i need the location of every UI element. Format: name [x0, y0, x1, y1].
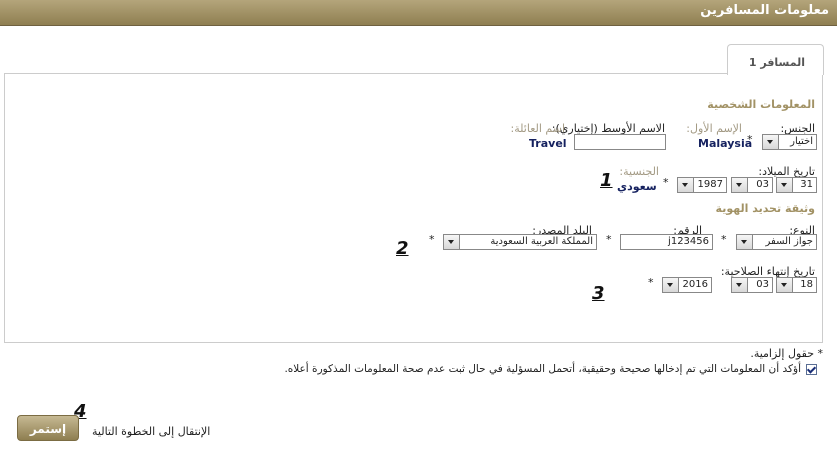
- required-star: *: [606, 233, 612, 246]
- gender-select[interactable]: اختيار: [762, 134, 817, 150]
- continue-button[interactable]: إستمر: [17, 415, 79, 441]
- tab-label: المسافر 1: [748, 56, 805, 69]
- personal-info-heading: المعلومات الشخصية: [707, 98, 815, 111]
- tab-passenger-1[interactable]: المسافر 1: [727, 44, 824, 75]
- chevron-down-icon: [732, 178, 748, 192]
- required-star: *: [429, 233, 435, 246]
- expiry-month-select[interactable]: 03: [731, 277, 773, 293]
- annotation-marker-3: 3: [592, 283, 605, 304]
- chevron-down-icon: [737, 235, 753, 249]
- doc-type-select[interactable]: جواز السفر: [736, 234, 817, 250]
- expiry-year-select[interactable]: 2016: [662, 277, 712, 293]
- required-fields-note: * حقول إلزامية.: [750, 347, 823, 360]
- nationality-label: الجنسية:: [619, 165, 659, 178]
- expiry-day-select[interactable]: 18: [776, 277, 817, 293]
- page-header: معلومات المسافرين: [0, 0, 837, 26]
- chevron-down-icon: [678, 178, 694, 192]
- required-star: *: [663, 176, 669, 189]
- chevron-down-icon: [763, 135, 779, 149]
- middle-name-input[interactable]: [574, 134, 666, 150]
- family-name-label: اسم العائلة:: [510, 122, 565, 135]
- required-star: *: [721, 233, 727, 246]
- dob-year-select[interactable]: 1987: [677, 177, 727, 193]
- page-title: معلومات المسافرين: [700, 3, 829, 18]
- doc-number-input[interactable]: j123456: [620, 234, 713, 250]
- required-star: *: [648, 276, 654, 289]
- nationality-value: سعودي: [617, 180, 657, 193]
- confirm-text: أؤكد أن المعلومات التي تم إدخالها صحيحة …: [284, 363, 801, 375]
- dob-day-select[interactable]: 31: [776, 177, 817, 193]
- chevron-down-icon: [777, 278, 793, 292]
- chevron-down-icon: [663, 278, 679, 292]
- passenger-form-panel: [4, 73, 823, 343]
- confirm-checkbox[interactable]: [806, 364, 817, 375]
- chevron-down-icon: [777, 178, 793, 192]
- chevron-down-icon: [444, 235, 460, 249]
- next-step-text: الإنتقال إلى الخطوة التالية: [92, 425, 211, 438]
- issuing-country-select[interactable]: المملكة العربية السعودية: [443, 234, 597, 250]
- first-name-label: الإسم الأول:: [686, 122, 742, 135]
- id-document-heading: وثيقة تحديد الهوية: [715, 202, 815, 215]
- annotation-marker-1: 1: [600, 170, 613, 191]
- first-name-value: Malaysia: [698, 137, 753, 150]
- chevron-down-icon: [732, 278, 748, 292]
- family-name-value: Travel: [529, 137, 567, 150]
- annotation-marker-2: 2: [396, 238, 409, 259]
- dob-month-select[interactable]: 03: [731, 177, 773, 193]
